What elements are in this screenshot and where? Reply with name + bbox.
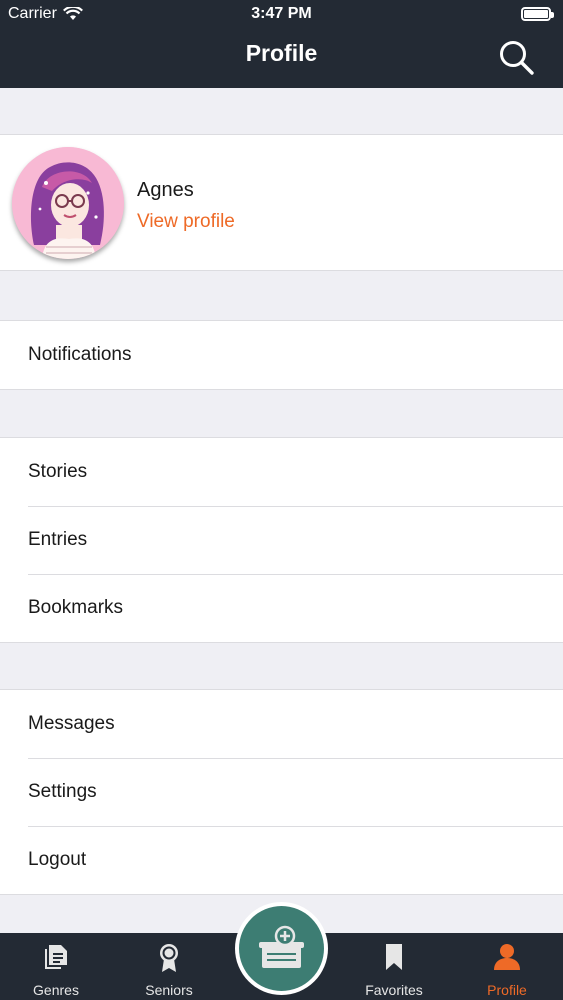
tab-label: Seniors xyxy=(145,982,193,998)
menu-item-logout[interactable]: Logout xyxy=(0,826,563,894)
menu-item-notifications[interactable]: Notifications xyxy=(0,321,563,389)
battery-icon xyxy=(521,7,554,21)
view-profile-link[interactable]: View profile xyxy=(137,211,235,233)
status-bar: Carrier 3:47 PM xyxy=(0,0,563,30)
menu-group-content: Stories Entries Bookmarks xyxy=(0,437,563,643)
menu-item-messages[interactable]: Messages xyxy=(0,690,563,758)
menu-group-account: Messages Settings Logout xyxy=(0,689,563,895)
avatar[interactable] xyxy=(12,147,124,259)
status-time: 3:47 PM xyxy=(251,5,312,22)
search-icon[interactable] xyxy=(497,38,537,78)
compose-button[interactable] xyxy=(235,902,328,995)
tab-label: Favorites xyxy=(365,982,423,998)
award-icon xyxy=(160,944,178,972)
tab-seniors[interactable]: Seniors xyxy=(113,933,225,1000)
page-title: Profile xyxy=(245,40,318,66)
menu-item-settings[interactable]: Settings xyxy=(0,758,563,826)
person-icon xyxy=(494,944,520,970)
tab-label: Profile xyxy=(487,982,527,998)
menu-item-bookmarks[interactable]: Bookmarks xyxy=(0,574,563,642)
menu-item-entries[interactable]: Entries xyxy=(0,506,563,574)
tab-favorites[interactable]: Favorites xyxy=(338,933,450,1000)
tab-label: Genres xyxy=(33,982,79,998)
navigation-header: Carrier 3:47 PM Profile xyxy=(0,0,563,88)
profile-name: Agnes xyxy=(137,179,194,201)
bookmark-icon xyxy=(386,944,402,970)
avatar-illustration xyxy=(12,147,124,259)
menu-item-stories[interactable]: Stories xyxy=(0,438,563,506)
document-icon xyxy=(45,945,67,969)
tab-genres[interactable]: Genres xyxy=(0,933,112,1000)
menu-group-notifications: Notifications xyxy=(0,320,563,390)
tab-profile[interactable]: Profile xyxy=(451,933,563,1000)
profile-card[interactable]: Agnes View profile xyxy=(0,134,563,271)
typewriter-add-icon xyxy=(259,925,304,968)
